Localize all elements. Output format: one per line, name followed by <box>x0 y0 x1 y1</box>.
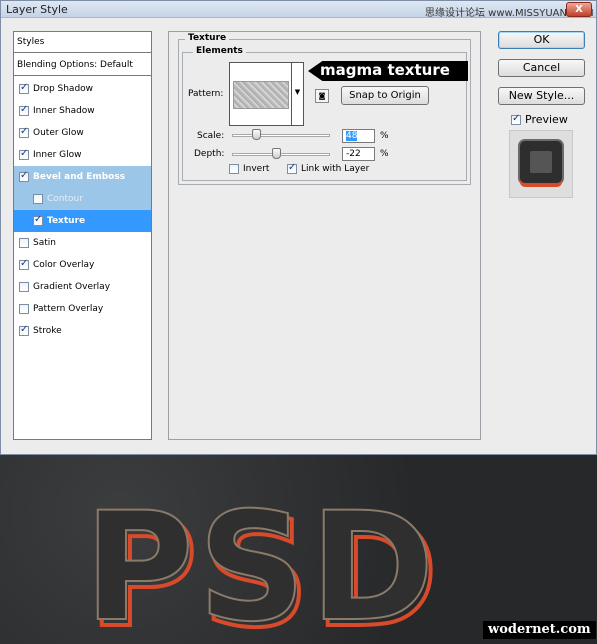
style-checkbox[interactable] <box>19 82 29 94</box>
style-item-bevel-and-emboss[interactable]: Bevel and Emboss <box>14 166 151 188</box>
style-checkbox[interactable] <box>19 304 29 314</box>
style-checkbox[interactable] <box>33 194 43 204</box>
style-item-label: Contour <box>47 194 83 204</box>
preview-label: Preview <box>525 113 568 126</box>
preview-swatch <box>520 141 562 183</box>
elements-group-title: Elements <box>193 46 246 56</box>
style-item-inner-shadow[interactable]: Inner Shadow <box>14 100 151 122</box>
style-preview-thumbnail <box>509 130 573 198</box>
depth-unit: % <box>380 149 389 159</box>
pattern-swatch[interactable] <box>233 81 289 109</box>
ok-button[interactable]: OK <box>498 31 585 49</box>
style-checkbox[interactable] <box>33 214 43 226</box>
texture-section-title: Texture <box>185 33 230 43</box>
style-item-label: Color Overlay <box>33 260 95 270</box>
depth-slider-thumb[interactable] <box>272 148 282 159</box>
scale-input[interactable]: 48 <box>342 129 375 143</box>
depth-label: Depth: <box>194 149 225 159</box>
style-item-label: Outer Glow <box>33 128 84 138</box>
styles-list-panel: Styles Blending Options: Default Drop Sh… <box>13 31 152 440</box>
link-with-layer-label: Link with Layer <box>301 164 370 174</box>
style-item-pattern-overlay[interactable]: Pattern Overlay <box>14 298 151 320</box>
close-button[interactable]: X <box>566 2 592 17</box>
psd-artwork: PSD PSD <box>83 480 440 644</box>
style-checkbox[interactable] <box>19 148 29 160</box>
style-item-label: Texture <box>47 216 86 226</box>
invert-checkbox-row[interactable]: Invert <box>229 164 269 174</box>
style-item-inner-glow[interactable]: Inner Glow <box>14 144 151 166</box>
magma-texture-callout: magma texture <box>308 61 468 81</box>
style-item-label: Pattern Overlay <box>33 304 104 314</box>
preview-checkbox-row[interactable]: Preview <box>511 113 568 126</box>
style-checkbox[interactable] <box>19 238 29 248</box>
scale-slider-thumb[interactable] <box>251 129 261 140</box>
new-style-button[interactable]: New Style... <box>498 87 585 105</box>
chevron-down-icon[interactable]: ▼ <box>291 63 303 125</box>
style-item-label: Gradient Overlay <box>33 282 111 292</box>
preview-checkbox[interactable] <box>511 113 521 125</box>
link-with-layer-checkbox[interactable] <box>287 162 297 174</box>
style-item-label: Drop Shadow <box>33 84 94 94</box>
style-checkbox[interactable] <box>19 104 29 116</box>
invert-label: Invert <box>243 164 270 174</box>
site-credit: wodernet.com <box>483 621 596 639</box>
style-item-color-overlay[interactable]: Color Overlay <box>14 254 151 276</box>
scale-value: 48 <box>346 131 358 141</box>
style-item-contour[interactable]: Contour <box>14 188 151 210</box>
style-item-drop-shadow[interactable]: Drop Shadow <box>14 78 151 100</box>
cancel-button[interactable]: Cancel <box>498 59 585 77</box>
style-checkbox[interactable] <box>19 170 29 182</box>
style-item-stroke[interactable]: Stroke <box>14 320 151 342</box>
style-checkbox[interactable] <box>19 126 29 138</box>
snap-to-origin-button[interactable]: Snap to Origin <box>341 86 429 105</box>
style-item-label: Inner Glow <box>33 150 82 160</box>
scale-label: Scale: <box>197 131 225 141</box>
style-checkbox[interactable] <box>19 258 29 270</box>
depth-value: -22 <box>346 149 361 159</box>
depth-input[interactable]: -22 <box>342 147 375 161</box>
title-bar: Layer Style 思缘设计论坛 www.MISSYUAN.COM X <box>1 1 596 19</box>
psd-text: PSD <box>84 481 438 644</box>
invert-checkbox[interactable] <box>229 164 239 174</box>
style-item-label: Inner Shadow <box>33 106 95 116</box>
styles-header[interactable]: Styles <box>14 32 151 53</box>
link-with-layer-row[interactable]: Link with Layer <box>287 162 370 174</box>
pattern-label: Pattern: <box>188 89 224 99</box>
style-item-satin[interactable]: Satin <box>14 232 151 254</box>
style-item-gradient-overlay[interactable]: Gradient Overlay <box>14 276 151 298</box>
pattern-picker[interactable]: ▼ <box>229 62 304 126</box>
scale-slider-track[interactable] <box>232 134 330 137</box>
style-item-label: Stroke <box>33 326 62 336</box>
style-item-label: Satin <box>33 238 56 248</box>
scale-unit: % <box>380 131 389 141</box>
layer-style-dialog: Layer Style 思缘设计论坛 www.MISSYUAN.COM X St… <box>0 0 597 455</box>
window-title: Layer Style <box>6 3 68 16</box>
new-preset-icon[interactable]: ◙ <box>315 89 329 103</box>
document-canvas: PSD PSD <box>0 455 597 644</box>
style-item-outer-glow[interactable]: Outer Glow <box>14 122 151 144</box>
blending-options-item[interactable]: Blending Options: Default <box>14 55 151 76</box>
style-item-texture[interactable]: Texture <box>14 210 151 232</box>
style-checkbox[interactable] <box>19 324 29 336</box>
style-checkbox[interactable] <box>19 282 29 292</box>
style-item-label: Bevel and Emboss <box>33 172 126 182</box>
